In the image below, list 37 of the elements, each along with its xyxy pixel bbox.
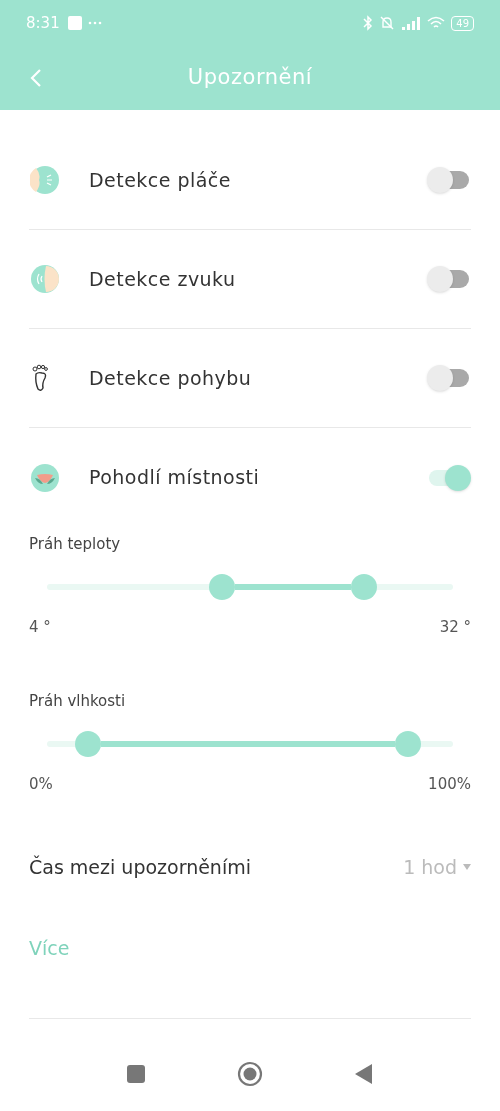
wifi-icon xyxy=(427,16,446,30)
dropdown-caret-icon xyxy=(463,864,471,871)
toggle-switch[interactable] xyxy=(427,464,471,491)
toggle-switch[interactable] xyxy=(427,167,471,193)
listening-face-icon xyxy=(30,264,60,294)
recents-button[interactable] xyxy=(127,1065,145,1083)
interval-value: 1 hod xyxy=(403,855,457,880)
slider-thumb[interactable] xyxy=(74,730,101,757)
min-value: 4 ° xyxy=(29,616,51,638)
alert-label: Detekce pohybu xyxy=(89,365,253,391)
alert-label: Detekce pláče xyxy=(89,167,232,193)
bluetooth-icon xyxy=(363,15,374,31)
more-icon xyxy=(87,21,102,25)
back-nav-button[interactable] xyxy=(355,1064,373,1084)
back-icon xyxy=(30,68,42,88)
page-title: Upozornění xyxy=(186,64,314,92)
toggle-switch[interactable] xyxy=(427,266,471,292)
alert-label: Detekce zvuku xyxy=(89,266,237,292)
interval-row[interactable]: Čas mezi upozorněními 1 hod xyxy=(29,853,471,882)
slider-thumb[interactable] xyxy=(350,573,377,600)
toggle-switch[interactable] xyxy=(427,365,471,391)
max-value: 100% xyxy=(428,773,471,795)
status-time: 8:31 xyxy=(26,12,60,34)
max-value: 32 ° xyxy=(439,616,471,638)
min-value: 0% xyxy=(29,773,53,795)
crying-face-icon xyxy=(30,165,60,195)
signal-icon xyxy=(401,16,422,30)
slider-thumb[interactable] xyxy=(208,573,235,600)
home-button[interactable] xyxy=(237,1061,263,1087)
lotus-icon xyxy=(30,462,60,493)
alert-label: Pohodlí místnosti xyxy=(89,465,261,491)
range-label: Práh teploty xyxy=(29,534,122,555)
interval-label: Čas mezi upozorněními xyxy=(29,854,251,880)
battery-indicator: 49 xyxy=(451,15,474,31)
muted-bell-icon xyxy=(379,15,396,31)
range-label: Práh vlhkosti xyxy=(29,691,127,712)
slider-thumb[interactable] xyxy=(395,730,422,757)
